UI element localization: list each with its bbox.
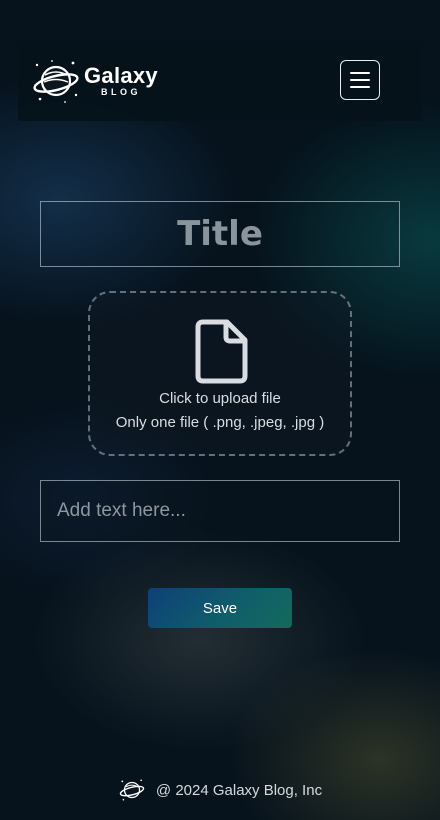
hamburger-menu-icon (350, 72, 370, 74)
save-button[interactable]: Save (148, 588, 292, 628)
navbar: Galaxy BLOG (18, 41, 422, 121)
title-placeholder: Title (177, 214, 263, 254)
copyright-text: @ 2024 Galaxy Blog, Inc (155, 781, 323, 799)
upload-instruction: Click to upload file (159, 390, 281, 407)
file-icon (195, 319, 248, 384)
file-upload-dropzone[interactable]: Click to upload file Only one file ( .pn… (88, 291, 352, 456)
upload-file-types: Only one file ( .png, .jpeg, .jpg ) (115, 414, 325, 431)
galaxy-planet-icon (33, 60, 79, 103)
hamburger-menu-button[interactable] (340, 60, 380, 100)
footer: @ 2024 Galaxy Blog, Inc (0, 776, 440, 804)
brand-subtitle: BLOG (100, 86, 141, 97)
title-input[interactable]: Title (40, 201, 400, 267)
brand-name: Galaxy (84, 62, 158, 88)
content-text-input[interactable] (40, 480, 400, 542)
brand-wordmark: Galaxy BLOG (84, 62, 158, 98)
galaxy-planet-icon (119, 779, 145, 801)
brand-logo[interactable]: Galaxy BLOG (32, 55, 158, 107)
